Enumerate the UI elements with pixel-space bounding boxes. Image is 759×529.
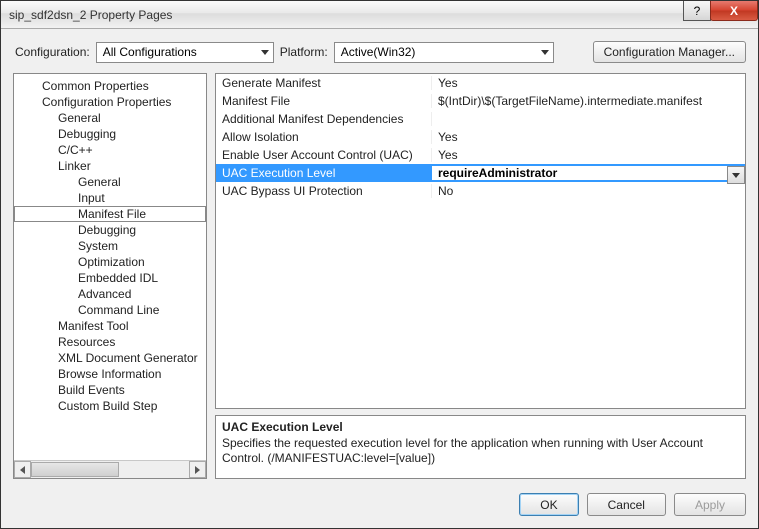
- tree-node-build-events[interactable]: Build Events: [14, 382, 206, 398]
- tree-node-linker-optimization[interactable]: Optimization: [14, 254, 206, 270]
- platform-value: Active(Win32): [341, 45, 416, 59]
- tree-node-linker-cmd[interactable]: Command Line: [14, 302, 206, 318]
- ok-button[interactable]: OK: [519, 493, 578, 516]
- apply-button[interactable]: Apply: [674, 493, 746, 516]
- right-panel: Generate ManifestYesManifest File$(IntDi…: [215, 73, 746, 479]
- property-row[interactable]: Additional Manifest Dependencies: [216, 110, 745, 128]
- description-title: UAC Execution Level: [222, 420, 739, 434]
- tree-node-linker-general[interactable]: General: [14, 174, 206, 190]
- tree-node-linker-system[interactable]: System: [14, 238, 206, 254]
- property-grid[interactable]: Generate ManifestYesManifest File$(IntDi…: [215, 73, 746, 409]
- tree-node-linker-input[interactable]: Input: [14, 190, 206, 206]
- property-label: Additional Manifest Dependencies: [216, 112, 432, 126]
- properties-tree[interactable]: Common Properties Configuration Properti…: [14, 74, 206, 460]
- tree-node-debugging[interactable]: Debugging: [14, 126, 206, 142]
- property-pages-window: sip_sdf2dsn_2 Property Pages ? X Configu…: [0, 0, 759, 529]
- property-label: Manifest File: [216, 94, 432, 108]
- tree-node-linker-advanced[interactable]: Advanced: [14, 286, 206, 302]
- triangle-right-icon: [195, 466, 200, 474]
- property-value[interactable]: requireAdministrator: [432, 166, 745, 180]
- tree-node-linker[interactable]: Linker: [14, 158, 206, 174]
- tree-node-linker-manifest[interactable]: Manifest File: [14, 206, 206, 222]
- chevron-down-icon: [261, 50, 269, 55]
- property-label: Generate Manifest: [216, 76, 432, 90]
- help-button[interactable]: ?: [683, 1, 711, 21]
- configuration-select[interactable]: All Configurations: [96, 42, 274, 63]
- tree-node-common[interactable]: Common Properties: [14, 78, 206, 94]
- help-icon: ?: [694, 4, 701, 18]
- cancel-button[interactable]: Cancel: [587, 493, 666, 516]
- body: Common Properties Configuration Properti…: [1, 73, 758, 487]
- config-toolbar: Configuration: All Configurations Platfo…: [1, 29, 758, 73]
- property-label: UAC Execution Level: [216, 166, 432, 180]
- tree-node-linker-idl[interactable]: Embedded IDL: [14, 270, 206, 286]
- scroll-right-button[interactable]: [189, 461, 206, 478]
- window-buttons: ? X: [684, 1, 758, 21]
- close-button[interactable]: X: [710, 1, 758, 21]
- property-row[interactable]: Allow IsolationYes: [216, 128, 745, 146]
- description-panel: UAC Execution Level Specifies the reques…: [215, 415, 746, 479]
- platform-select[interactable]: Active(Win32): [334, 42, 554, 63]
- chevron-down-icon: [732, 173, 740, 178]
- tree-node-resources[interactable]: Resources: [14, 334, 206, 350]
- configuration-value: All Configurations: [103, 45, 197, 59]
- configuration-manager-button[interactable]: Configuration Manager...: [593, 41, 746, 63]
- platform-label: Platform:: [280, 45, 328, 59]
- dropdown-button[interactable]: [727, 166, 745, 184]
- scroll-track[interactable]: [31, 461, 189, 478]
- property-label: Allow Isolation: [216, 130, 432, 144]
- property-label: Enable User Account Control (UAC): [216, 148, 432, 162]
- description-body: Specifies the requested execution level …: [222, 436, 739, 466]
- close-icon: X: [730, 4, 738, 18]
- tree-node-browse-info[interactable]: Browse Information: [14, 366, 206, 382]
- tree-node-linker-debugging[interactable]: Debugging: [14, 222, 206, 238]
- property-value[interactable]: Yes: [432, 130, 745, 144]
- tree-horizontal-scrollbar[interactable]: [14, 460, 206, 478]
- tree-node-config[interactable]: Configuration Properties: [14, 94, 206, 110]
- window-title: sip_sdf2dsn_2 Property Pages: [9, 8, 172, 22]
- tree-node-custom-build[interactable]: Custom Build Step: [14, 398, 206, 414]
- triangle-left-icon: [20, 466, 25, 474]
- property-label: UAC Bypass UI Protection: [216, 184, 432, 198]
- tree-node-general[interactable]: General: [14, 110, 206, 126]
- tree-panel: Common Properties Configuration Properti…: [13, 73, 207, 479]
- property-value[interactable]: Yes: [432, 76, 745, 90]
- dialog-buttons: OK Cancel Apply: [1, 487, 758, 528]
- configuration-label: Configuration:: [15, 45, 90, 59]
- chevron-down-icon: [541, 50, 549, 55]
- tree-node-ccpp[interactable]: C/C++: [14, 142, 206, 158]
- tree-node-xml-doc[interactable]: XML Document Generator: [14, 350, 206, 366]
- property-row[interactable]: Generate ManifestYes: [216, 74, 745, 92]
- scroll-left-button[interactable]: [14, 461, 31, 478]
- property-value[interactable]: $(IntDir)\$(TargetFileName).intermediate…: [432, 94, 745, 108]
- property-row[interactable]: Manifest File$(IntDir)\$(TargetFileName)…: [216, 92, 745, 110]
- titlebar[interactable]: sip_sdf2dsn_2 Property Pages ? X: [1, 1, 758, 29]
- scroll-thumb[interactable]: [31, 462, 119, 477]
- tree-node-manifest-tool[interactable]: Manifest Tool: [14, 318, 206, 334]
- property-row[interactable]: UAC Execution LevelrequireAdministrator: [216, 164, 745, 182]
- property-row[interactable]: UAC Bypass UI ProtectionNo: [216, 182, 745, 200]
- property-value[interactable]: Yes: [432, 148, 745, 162]
- property-row[interactable]: Enable User Account Control (UAC)Yes: [216, 146, 745, 164]
- property-value[interactable]: No: [432, 184, 745, 198]
